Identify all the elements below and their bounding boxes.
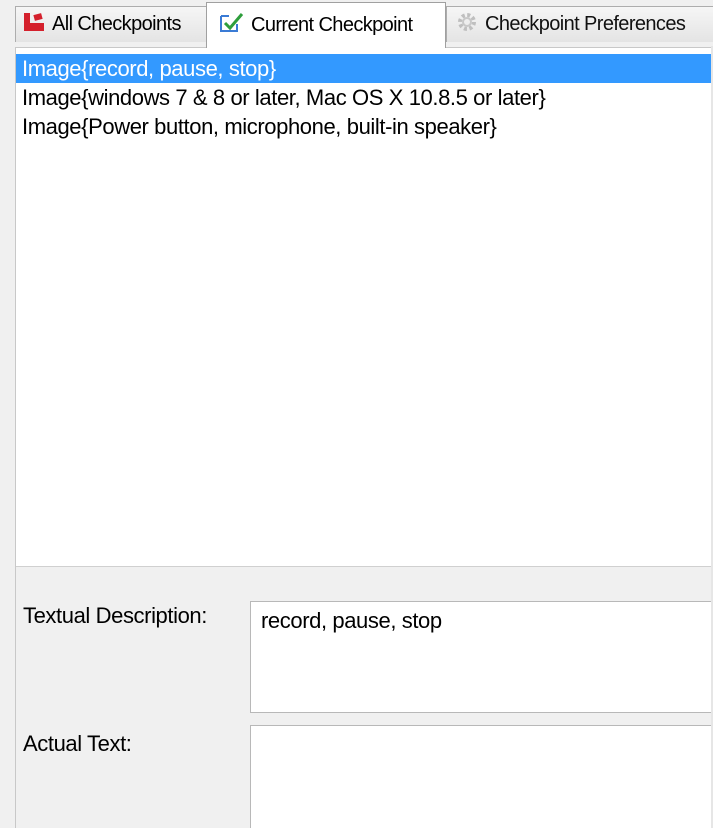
tab-all-checkpoints-label: All Checkpoints	[52, 13, 181, 35]
list-item[interactable]: Image{Power button, microphone, built-in…	[16, 112, 713, 141]
checkpoint-window: All Checkpoints Current Checkpoint Check…	[0, 0, 713, 828]
textual-description-field[interactable]: record, pause, stop	[250, 601, 713, 713]
current-checkpoint-panel: Image{record, pause, stop} Image{windows…	[15, 47, 713, 828]
gear-icon	[455, 10, 479, 40]
tab-checkpoint-preferences[interactable]: Checkpoint Preferences	[446, 6, 713, 42]
tab-checkpoint-preferences-label: Checkpoint Preferences	[485, 13, 686, 35]
checkbox-check-icon	[217, 11, 245, 41]
actual-text-field[interactable]	[250, 725, 713, 828]
list-item[interactable]: Image{windows 7 & 8 or later, Mac OS X 1…	[16, 83, 713, 112]
tab-bar: All Checkpoints Current Checkpoint Check…	[0, 0, 713, 48]
tab-current-checkpoint-label: Current Checkpoint	[251, 14, 413, 36]
tab-all-checkpoints[interactable]: All Checkpoints	[15, 6, 208, 42]
tab-current-checkpoint[interactable]: Current Checkpoint	[206, 2, 446, 48]
checkpoints-flag-icon	[22, 11, 46, 39]
textual-description-label: Textual Description:	[23, 603, 207, 628]
checkpoint-list[interactable]: Image{record, pause, stop} Image{windows…	[16, 48, 713, 567]
actual-text-label: Actual Text:	[23, 731, 132, 756]
list-item[interactable]: Image{record, pause, stop}	[16, 54, 713, 83]
